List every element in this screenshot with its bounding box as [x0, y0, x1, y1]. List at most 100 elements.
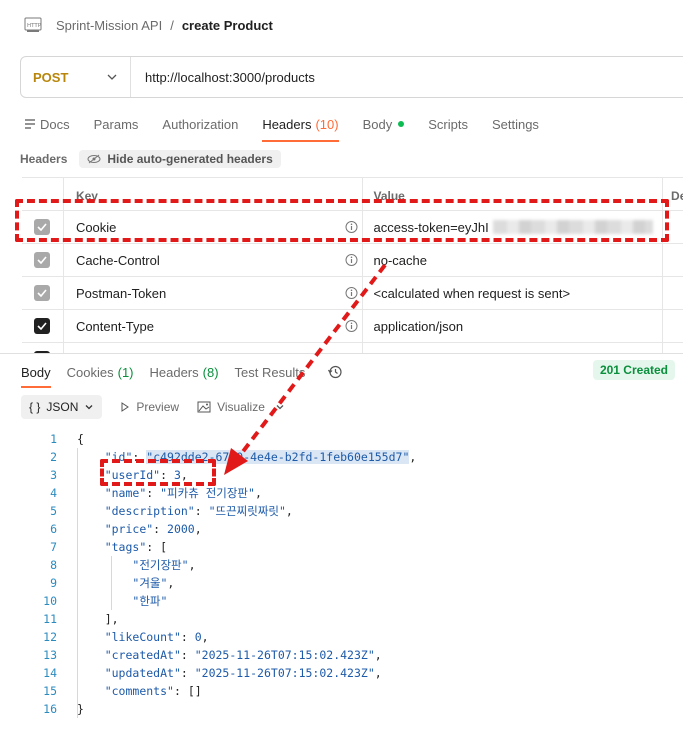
json-key: "price"	[104, 522, 154, 536]
check-icon	[37, 256, 48, 264]
code-line: 12 "likeCount": 0,	[0, 628, 683, 646]
response-toolbar: { } JSON Preview Visualize	[21, 395, 285, 419]
code-text: {	[77, 432, 84, 446]
tab-label: Docs	[40, 116, 70, 132]
tab-authorization[interactable]: Authorization	[162, 112, 238, 136]
json-value: []	[187, 684, 202, 698]
line-number: 14	[43, 666, 57, 680]
line-number: 6	[50, 522, 57, 536]
json-key: "comments"	[104, 684, 174, 698]
line-number: 13	[43, 648, 57, 662]
json-value: "겨울"	[132, 576, 168, 590]
header-value: <calculated when request is sent>	[373, 285, 571, 301]
line-number: 4	[50, 486, 57, 500]
code-text: }	[77, 702, 84, 716]
response-tabs: Body Cookies (1) Headers (8) Test Result…	[21, 362, 343, 388]
annotation-box-userid	[100, 459, 216, 486]
preview-label: Preview	[136, 400, 180, 414]
hide-auto-headers-label: Hide auto-generated headers	[107, 152, 273, 166]
tab-params[interactable]: Params	[94, 112, 139, 136]
response-tab-body[interactable]: Body	[21, 362, 51, 388]
code-line: 11 ],	[0, 610, 683, 628]
json-key: "likeCount"	[104, 630, 181, 644]
method-label: POST	[33, 69, 69, 85]
chevron-down-icon	[85, 405, 93, 410]
url-input[interactable]: http://localhost:3000/products	[131, 70, 315, 85]
json-value: "2025-11-26T07:15:02.423Z"	[194, 666, 375, 680]
line-number: 12	[43, 630, 57, 644]
tab-settings[interactable]: Settings	[492, 112, 539, 136]
chevron-down-icon	[107, 74, 117, 80]
tab-label: Test Results	[234, 364, 306, 380]
headers-label: Headers	[20, 152, 68, 166]
visualize-label: Visualize	[217, 400, 265, 414]
line-number: 5	[50, 504, 57, 518]
row-checkbox[interactable]	[34, 252, 51, 268]
table-row: Content-Type application/json	[22, 309, 683, 342]
eye-off-icon	[87, 154, 101, 164]
status-badge[interactable]: 201 Created	[592, 360, 675, 380]
breadcrumb-separator: /	[170, 17, 174, 33]
code-line: 1{	[0, 430, 683, 448]
json-key: "name"	[104, 486, 147, 500]
code-line: 14 "updatedAt": "2025-11-26T07:15:02.423…	[0, 664, 683, 682]
json-value: "한파"	[132, 594, 168, 608]
tab-scripts[interactable]: Scripts	[428, 112, 468, 136]
tab-label: Cookies	[66, 364, 114, 380]
code-line: 10 "한파"	[0, 592, 683, 610]
method-selector[interactable]: POST	[21, 57, 131, 97]
format-selector[interactable]: { } JSON	[21, 395, 103, 419]
info-icon[interactable]	[345, 320, 358, 333]
request-tabs: Docs Params Authorization Headers (10) B…	[24, 112, 563, 142]
response-tab-test-results[interactable]: Test Results	[235, 362, 306, 382]
breadcrumb-request-name[interactable]: create Product	[182, 18, 273, 33]
code-line: 15 "comments": []	[0, 682, 683, 700]
hide-auto-headers-button[interactable]: Hide auto-generated headers	[79, 150, 281, 168]
line-number: 3	[50, 468, 57, 482]
line-number: 15	[43, 684, 57, 698]
braces-icon: { }	[29, 400, 41, 414]
response-panel: Body Cookies (1) Headers (8) Test Result…	[0, 353, 683, 756]
tab-docs[interactable]: Docs	[24, 112, 70, 136]
code-line: 5 "description": "뜨끈찌릿짜릿",	[0, 502, 683, 520]
docs-icon	[25, 119, 35, 129]
header-value: application/json	[373, 318, 464, 334]
json-value: [	[160, 540, 168, 554]
header-value: no-cache	[373, 252, 427, 268]
code-line: 16}	[0, 700, 683, 718]
line-number: 10	[43, 594, 57, 608]
http-request-icon: HTTP	[24, 16, 44, 34]
row-checkbox[interactable]	[34, 285, 51, 301]
row-checkbox[interactable]	[34, 318, 51, 334]
code-line: 9 "겨울",	[0, 574, 683, 592]
json-value: 2000	[167, 522, 195, 536]
response-tab-cookies[interactable]: Cookies (1)	[67, 362, 134, 382]
header-key: Content-Type	[75, 318, 154, 334]
json-value: 0	[194, 630, 202, 644]
chevron-down-icon[interactable]	[275, 402, 285, 412]
tab-label: Scripts	[428, 116, 468, 132]
body-indicator-dot	[398, 121, 405, 127]
line-number: 16	[43, 702, 57, 716]
visualize-button[interactable]: Visualize	[197, 400, 285, 414]
table-row: Cache-Control no-cache	[22, 243, 683, 276]
code-line: 6 "price": 2000,	[0, 520, 683, 538]
check-icon	[37, 322, 48, 330]
line-number: 11	[43, 612, 57, 626]
code-text: ],	[104, 612, 119, 626]
history-icon[interactable]	[327, 364, 343, 380]
tab-label: Body	[21, 364, 51, 380]
table-row: Postman-Token <calculated when request i…	[22, 276, 683, 309]
tab-label: Headers	[262, 116, 312, 132]
info-icon[interactable]	[345, 254, 358, 267]
response-tab-headers[interactable]: Headers (8)	[150, 362, 219, 382]
json-value: "뜨끈찌릿짜릿"	[208, 504, 286, 518]
preview-button[interactable]: Preview	[120, 400, 179, 414]
breadcrumb-collection[interactable]: Sprint-Mission API	[56, 18, 162, 33]
breadcrumb: HTTP Sprint-Mission API / create Product	[24, 14, 273, 36]
tab-headers[interactable]: Headers (10)	[262, 112, 339, 142]
tab-body[interactable]: Body	[363, 112, 405, 136]
line-number: 8	[50, 558, 57, 572]
info-icon[interactable]	[345, 287, 358, 300]
json-value: "2025-11-26T07:15:02.423Z"	[194, 648, 375, 662]
